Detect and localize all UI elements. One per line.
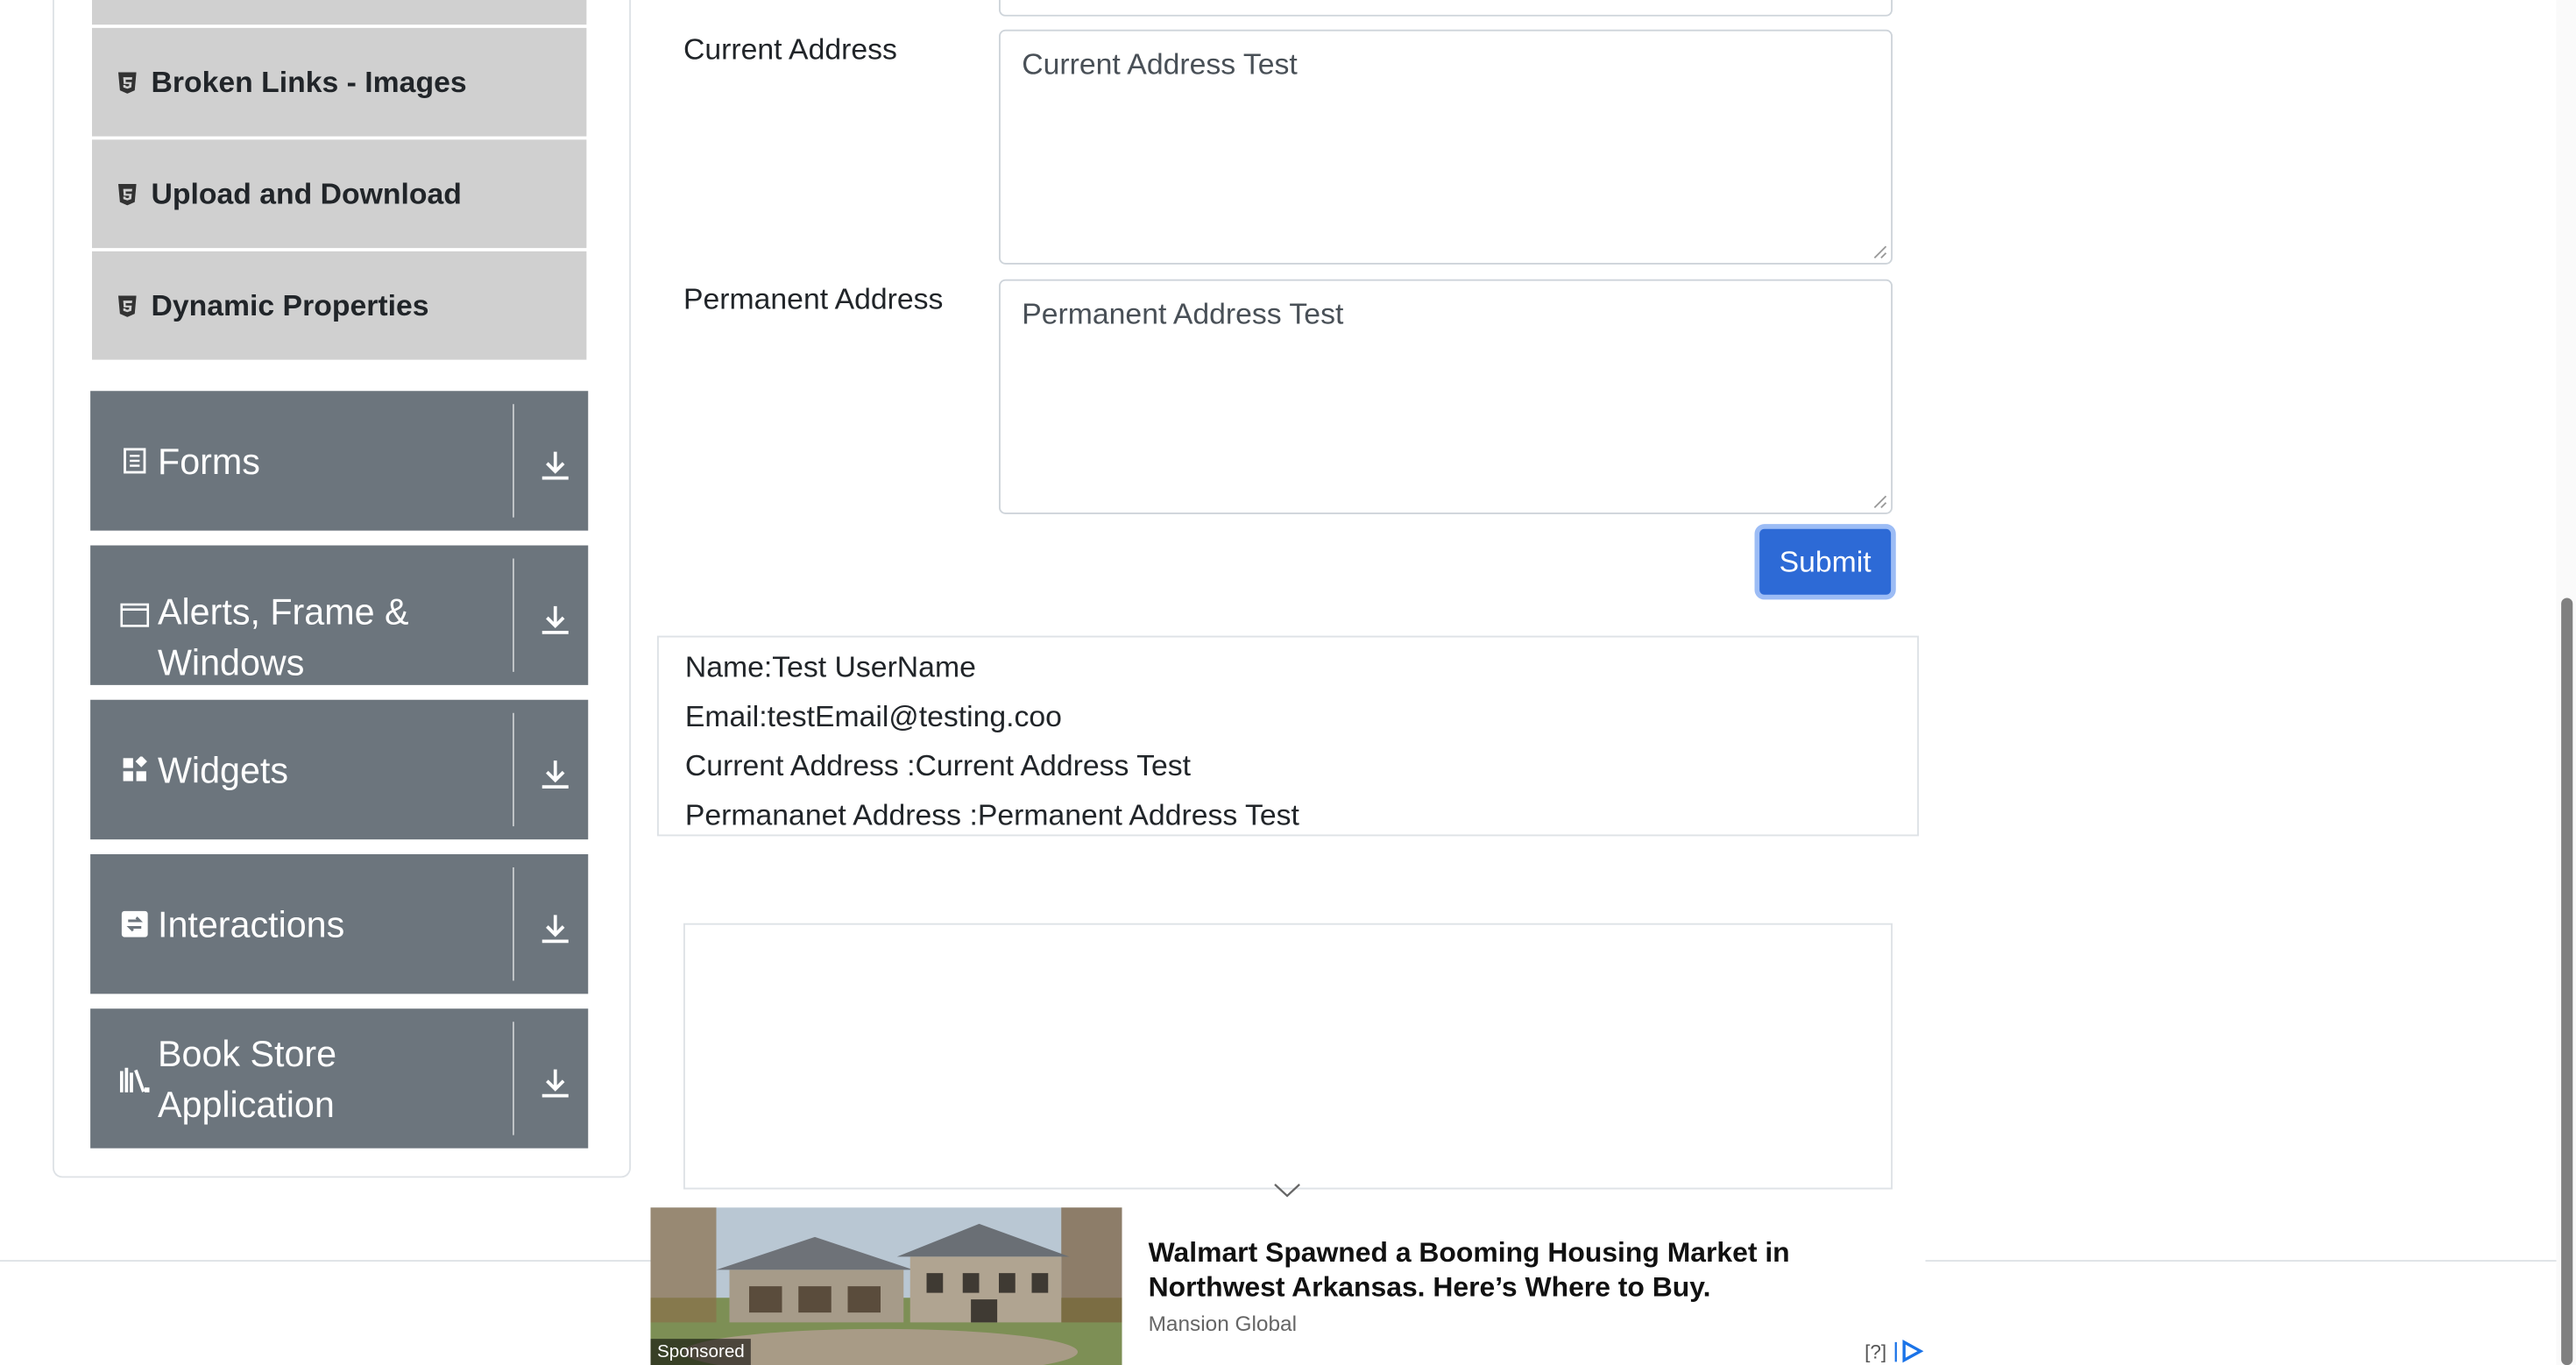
divider [513,558,514,672]
group-label: Alerts, Frame & Windows [158,591,409,683]
permanent-address-label: Permanent Address [683,282,944,316]
sidebar-item-upload-download[interactable]: Upload and Download [92,139,587,249]
divider [513,1022,514,1135]
divider [513,404,514,518]
sidebar-group-book-store[interactable]: Book Store Application [90,1008,589,1149]
chevron-down-icon[interactable] [1273,1179,1301,1199]
interactions-icon [120,909,150,939]
sidebar-item-label: Upload and Download [151,176,462,210]
output-current-address: Current Address :Current Address Test [684,749,1192,782]
output-panel: Name:Test UserName Email:testEmail@testi… [657,635,1919,837]
sidebar-item-dynamic-properties[interactable]: Dynamic Properties [92,251,587,360]
form-icon [120,446,150,476]
widgets-icon [120,755,150,785]
sidebar-item-broken-links[interactable]: Broken Links - Images [92,27,587,137]
html5-icon [115,294,138,317]
permanent-address-value: Permanent Address Test [1022,297,1344,330]
output-name: Name:Test UserName [684,650,976,684]
submit-button[interactable]: Submit [1754,524,1896,600]
sidebar-item-label: Broken Links - Images [151,65,467,98]
output-email: Email:testEmail@testing.coo [684,699,1062,733]
sponsored-ad[interactable]: Sponsored Walmart Spawned a Booming Hous… [650,1207,1926,1365]
resize-handle-icon[interactable] [1872,493,1888,510]
html5-icon [115,71,138,94]
download-icon[interactable] [541,1065,570,1099]
ad-image[interactable]: Sponsored [650,1207,1122,1365]
sidebar-group-alerts-frame-windows[interactable]: Alerts, Frame & Windows [90,545,589,685]
window-icon [120,599,150,629]
output-permanent-address: Permananet Address :Permanent Address Te… [684,798,1299,831]
divider [513,712,514,827]
sidebar-group-interactions[interactable]: Interactions [90,854,589,994]
divider [513,867,514,981]
download-icon[interactable] [541,602,570,635]
group-label: Widgets [158,749,289,790]
current-address-label: Current Address [683,32,897,67]
permanent-address-field[interactable]: Permanent Address Test [999,279,1893,514]
current-address-value: Current Address Test [1022,47,1298,81]
email-field[interactable] [999,0,1893,17]
sidebar-item-partial[interactable] [92,0,587,25]
group-label: Forms [158,440,260,482]
group-label: Interactions [158,903,345,945]
download-icon[interactable] [541,911,570,944]
adchoices-icon[interactable] [1894,1339,1926,1363]
books-icon [119,1064,150,1093]
download-icon[interactable] [541,448,570,481]
group-label: Book Store Application [158,1032,337,1125]
ad-help-link[interactable]: [?] [1865,1340,1886,1363]
ad-title[interactable]: Walmart Spawned a Booming Housing Market… [1149,1235,1839,1305]
current-address-field[interactable]: Current Address Test [999,29,1893,265]
ad-source: Mansion Global [1148,1311,1297,1336]
scrollbar-thumb[interactable] [2561,598,2573,1365]
resize-handle-icon[interactable] [1872,244,1888,260]
download-icon[interactable] [541,756,570,789]
sidebar-group-widgets[interactable]: Widgets [90,699,589,840]
html5-icon [115,182,138,205]
sponsored-label: Sponsored [650,1339,752,1365]
sidebar-item-label: Dynamic Properties [151,288,429,322]
ad-placeholder [683,923,1893,1190]
sidebar-group-forms[interactable]: Forms [90,391,589,531]
